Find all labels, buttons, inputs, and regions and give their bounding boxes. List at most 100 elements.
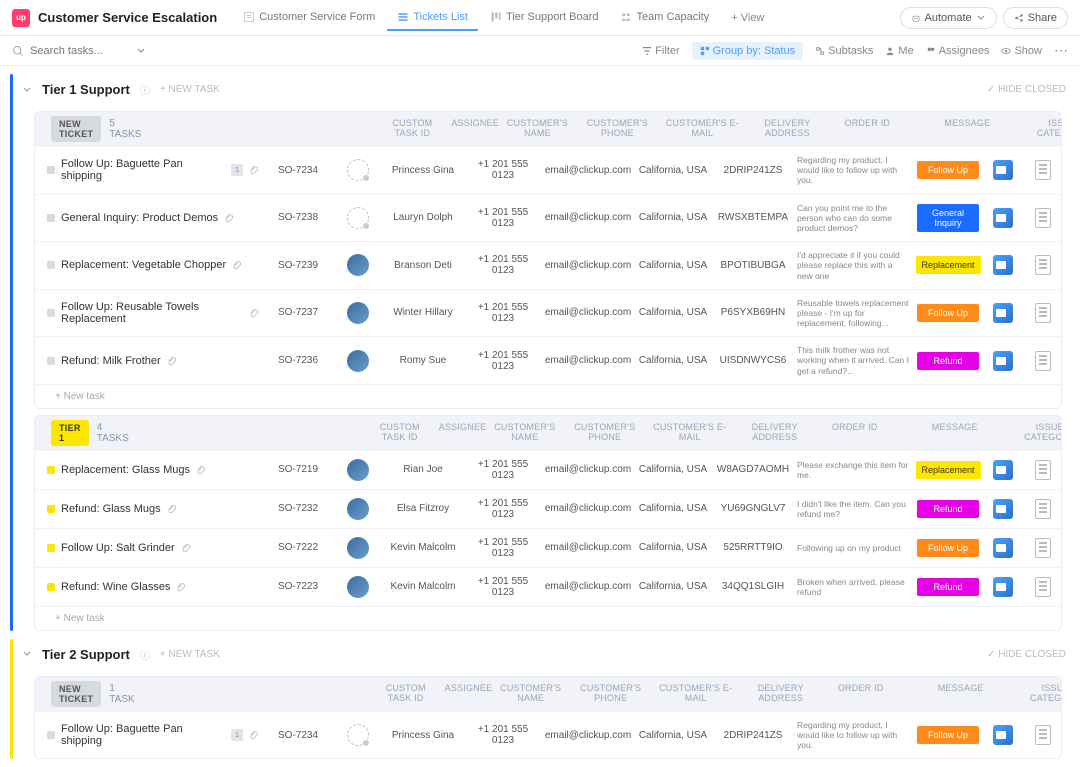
new-task-link[interactable]: + NEW TASK: [160, 84, 220, 95]
subtasks-button[interactable]: Subtasks: [815, 45, 873, 57]
status-square-icon[interactable]: [47, 544, 55, 552]
chevron-down-icon[interactable]: [136, 46, 146, 56]
info-icon[interactable]: ⓘ: [140, 647, 150, 662]
image-thumbnail[interactable]: [993, 725, 1013, 745]
receipt-icon[interactable]: [1035, 577, 1051, 597]
col-customer-phone[interactable]: CUSTOMER'S PHONE: [565, 420, 645, 444]
col-order-id[interactable]: ORDER ID: [815, 420, 895, 444]
hide-closed-button[interactable]: ✓ HIDE CLOSED: [987, 84, 1066, 95]
assignee-avatar[interactable]: [347, 576, 369, 598]
col-assignee[interactable]: ASSIGNEE: [435, 420, 485, 444]
status-square-icon[interactable]: [47, 466, 55, 474]
col-issue-category[interactable]: ISSUE CATEGORY: [1027, 116, 1062, 140]
receipt-icon[interactable]: [1035, 255, 1051, 275]
col-delivery-address[interactable]: DELIVERY ADDRESS: [735, 420, 815, 444]
image-thumbnail[interactable]: [993, 160, 1013, 180]
col-custom-task-id[interactable]: CUSTOM TASK ID: [371, 681, 441, 705]
status-square-icon[interactable]: [47, 357, 55, 365]
assignee-avatar[interactable]: [347, 498, 369, 520]
table-row[interactable]: Follow Up: Baguette Pan shipping 1 SO-72…: [35, 711, 1061, 759]
table-row[interactable]: Replacement: Vegetable Chopper SO-7239 B…: [35, 241, 1061, 289]
receipt-icon[interactable]: [1035, 160, 1051, 180]
status-square-icon[interactable]: [47, 583, 55, 591]
status-square-icon[interactable]: [47, 505, 55, 513]
caret-down-icon[interactable]: [22, 85, 32, 95]
add-view-button[interactable]: + View: [721, 6, 774, 30]
assignee-avatar[interactable]: [347, 459, 369, 481]
info-icon[interactable]: ⓘ: [140, 82, 150, 97]
new-task-link[interactable]: + NEW TASK: [160, 649, 220, 660]
receipt-icon[interactable]: [1035, 725, 1051, 745]
col-custom-task-id[interactable]: CUSTOM TASK ID: [365, 420, 435, 444]
col-custom-task-id[interactable]: CUSTOM TASK ID: [377, 116, 447, 140]
receipt-icon[interactable]: [1035, 351, 1051, 371]
receipt-icon[interactable]: [1035, 460, 1051, 480]
col-customer-email[interactable]: CUSTOMER'S E-MAIL: [651, 681, 741, 705]
assignee-avatar[interactable]: [347, 302, 369, 324]
automate-button[interactable]: Automate: [900, 7, 997, 29]
col-order-id[interactable]: ORDER ID: [827, 116, 907, 140]
image-thumbnail[interactable]: [993, 303, 1013, 323]
table-row[interactable]: Refund: Glass Mugs SO-7232 Elsa Fitzroy …: [35, 489, 1061, 528]
status-square-icon[interactable]: [47, 166, 55, 174]
assignee-avatar-empty[interactable]: [347, 724, 369, 746]
table-row[interactable]: Replacement: Glass Mugs SO-7219 Rian Joe…: [35, 450, 1061, 489]
more-options-button[interactable]: ⋯: [1054, 42, 1068, 59]
col-customer-name[interactable]: CUSTOMER'S NAME: [491, 681, 571, 705]
new-task-button[interactable]: + New task: [35, 606, 1061, 630]
status-pill[interactable]: NEW TICKET: [51, 116, 101, 142]
share-button[interactable]: Share: [1003, 7, 1068, 29]
assignee-avatar-empty[interactable]: [347, 207, 369, 229]
assignees-button[interactable]: Assignees: [926, 45, 990, 57]
image-thumbnail[interactable]: [993, 460, 1013, 480]
col-issue-category[interactable]: ISSUE CATEGORY: [1015, 420, 1062, 444]
image-thumbnail[interactable]: [993, 577, 1013, 597]
show-button[interactable]: Show: [1001, 45, 1042, 57]
receipt-icon[interactable]: [1035, 538, 1051, 558]
image-thumbnail[interactable]: [993, 351, 1013, 371]
col-customer-email[interactable]: CUSTOMER'S E-MAIL: [657, 116, 747, 140]
receipt-icon[interactable]: [1035, 208, 1051, 228]
table-row[interactable]: General Inquiry: Product Demos SO-7238 L…: [35, 194, 1061, 242]
image-thumbnail[interactable]: [993, 538, 1013, 558]
assignee-avatar[interactable]: [347, 537, 369, 559]
assignee-avatar[interactable]: [347, 350, 369, 372]
table-row[interactable]: Follow Up: Baguette Pan shipping 1 SO-72…: [35, 146, 1061, 194]
col-customer-phone[interactable]: CUSTOMER'S PHONE: [577, 116, 657, 140]
col-delivery-address[interactable]: DELIVERY ADDRESS: [747, 116, 827, 140]
col-issue-category[interactable]: ISSUE CATEGORY: [1021, 681, 1062, 705]
tab-team-capacity[interactable]: Team Capacity: [610, 5, 719, 31]
me-button[interactable]: Me: [885, 45, 913, 57]
receipt-icon[interactable]: [1035, 303, 1051, 323]
col-customer-name[interactable]: CUSTOMER'S NAME: [497, 116, 577, 140]
col-message[interactable]: MESSAGE: [907, 116, 1027, 140]
status-pill[interactable]: TIER 1: [51, 420, 89, 446]
status-square-icon[interactable]: [47, 261, 55, 269]
status-square-icon[interactable]: [47, 731, 55, 739]
caret-down-icon[interactable]: [22, 649, 32, 659]
table-row[interactable]: Follow Up: Reusable Towels Replacement S…: [35, 289, 1061, 337]
status-square-icon[interactable]: [47, 309, 55, 317]
tab-tickets-list[interactable]: Tickets List: [387, 5, 478, 31]
assignee-avatar[interactable]: [347, 254, 369, 276]
assignee-avatar-empty[interactable]: [347, 159, 369, 181]
col-assignee[interactable]: ASSIGNEE: [441, 681, 491, 705]
filter-button[interactable]: Filter: [642, 45, 679, 57]
new-task-button[interactable]: + New task: [35, 384, 1061, 408]
image-thumbnail[interactable]: [993, 255, 1013, 275]
col-customer-name[interactable]: CUSTOMER'S NAME: [485, 420, 565, 444]
tab-tier-support-board[interactable]: Tier Support Board: [480, 5, 609, 31]
hide-closed-button[interactable]: ✓ HIDE CLOSED: [987, 649, 1066, 660]
tab-customer-service-form[interactable]: Customer Service Form: [233, 5, 385, 31]
status-pill[interactable]: NEW TICKET: [51, 681, 101, 707]
image-thumbnail[interactable]: [993, 208, 1013, 228]
status-square-icon[interactable]: [47, 214, 55, 222]
group-by-button[interactable]: Group by: Status: [692, 42, 804, 60]
col-delivery-address[interactable]: DELIVERY ADDRESS: [741, 681, 821, 705]
col-customer-phone[interactable]: CUSTOMER'S PHONE: [571, 681, 651, 705]
receipt-icon[interactable]: [1035, 499, 1051, 519]
col-customer-email[interactable]: CUSTOMER'S E-MAIL: [645, 420, 735, 444]
table-row[interactable]: Refund: Milk Frother SO-7236 Romy Sue +1…: [35, 336, 1061, 384]
image-thumbnail[interactable]: [993, 499, 1013, 519]
col-order-id[interactable]: ORDER ID: [821, 681, 901, 705]
